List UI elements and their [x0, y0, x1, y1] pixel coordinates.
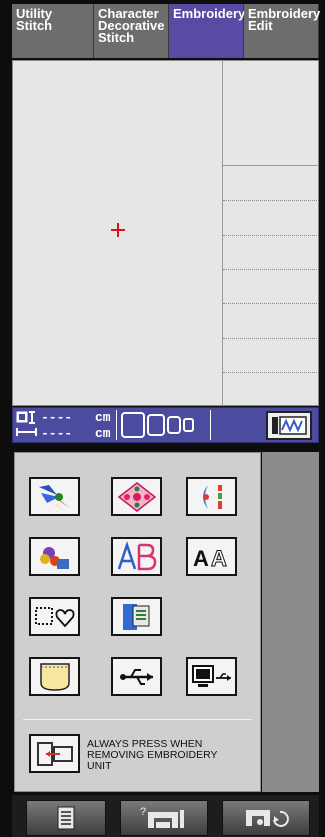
svg-text:A: A [193, 546, 209, 571]
height-value: ---- [41, 410, 73, 425]
fruit-pattern-icon [39, 546, 69, 569]
tab-embroidery[interactable]: Embroidery [169, 4, 246, 58]
fruit-pattern-button[interactable] [29, 537, 80, 576]
tab-embroidery-edit[interactable]: Embroidery Edit [244, 4, 321, 58]
width-unit: cm [95, 426, 111, 441]
list-divider [223, 338, 319, 339]
pocket-storage-button[interactable] [29, 657, 80, 696]
list-divider [223, 269, 319, 270]
panel-side-area [262, 452, 319, 792]
help-machine-button[interactable]: ? [120, 800, 208, 836]
memory-card-button[interactable] [111, 597, 162, 636]
divider [210, 410, 211, 440]
memory-card-icon [122, 603, 149, 630]
tab-label: Character Decorative Stitch [98, 6, 165, 45]
settings-machine-button[interactable] [222, 800, 310, 836]
usb-button[interactable] [111, 657, 162, 696]
computer-usb-icon [191, 664, 231, 687]
manual-button[interactable] [26, 800, 106, 836]
alphabet-font-button[interactable] [111, 537, 162, 576]
bottom-toolbar: ? [12, 795, 319, 837]
floral-frame-pattern-button[interactable] [111, 477, 162, 516]
list-divider [223, 235, 319, 236]
computer-usb-button[interactable] [186, 657, 237, 696]
alphabet-font-icon [117, 540, 156, 570]
frame-shapes-button[interactable] [29, 597, 80, 636]
alphabet-outline-font-button[interactable]: A A [186, 537, 237, 576]
manual-icon [57, 806, 75, 830]
stitch-preview-button[interactable] [266, 411, 312, 440]
remove-embroidery-unit-button[interactable] [29, 734, 80, 773]
usb-icon [119, 668, 153, 685]
pattern-list-column [222, 60, 319, 406]
center-marker-icon [111, 223, 125, 237]
floral-frame-pattern-icon [117, 481, 156, 512]
alphabet-outline-font-icon: A A [193, 545, 228, 571]
frame-shapes-icon [34, 606, 74, 627]
hoop-size-icon [121, 412, 194, 438]
panel-divider [23, 719, 252, 720]
divider [116, 410, 117, 440]
stitch-preview-icon [272, 416, 307, 435]
remove-embroidery-unit-icon [36, 741, 73, 766]
pattern-category-panel: A A ALWAYS PRESS WHEN REMOVING EMBROIDER… [14, 452, 261, 792]
size-icon [16, 411, 37, 436]
list-divider [223, 200, 319, 201]
pocket-storage-icon [39, 662, 70, 691]
list-divider [223, 372, 319, 373]
help-machine-icon: ? [140, 806, 184, 828]
bird-pattern-icon [38, 484, 71, 511]
tab-label: Embroidery Edit [248, 6, 321, 33]
tab-label: Utility Stitch [16, 6, 53, 33]
size-status-bar: ---- cm ---- cm [12, 407, 319, 443]
ornament-pattern-button[interactable] [186, 477, 237, 516]
remove-unit-notice: ALWAYS PRESS WHEN REMOVING EMBROIDERY UN… [87, 738, 218, 772]
tab-utility-stitch[interactable]: Utility Stitch [12, 4, 94, 58]
bird-pattern-button[interactable] [29, 477, 80, 516]
svg-text:?: ? [140, 806, 146, 818]
list-divider [223, 303, 319, 304]
tab-label: Embroidery [173, 6, 246, 21]
list-divider [223, 165, 319, 166]
svg-text:A: A [211, 546, 227, 571]
tab-character-decorative-stitch[interactable]: Character Decorative Stitch [94, 4, 169, 58]
width-value: ---- [41, 426, 73, 441]
height-unit: cm [95, 410, 111, 425]
settings-machine-icon [246, 810, 289, 827]
ornament-pattern-icon [202, 484, 222, 509]
